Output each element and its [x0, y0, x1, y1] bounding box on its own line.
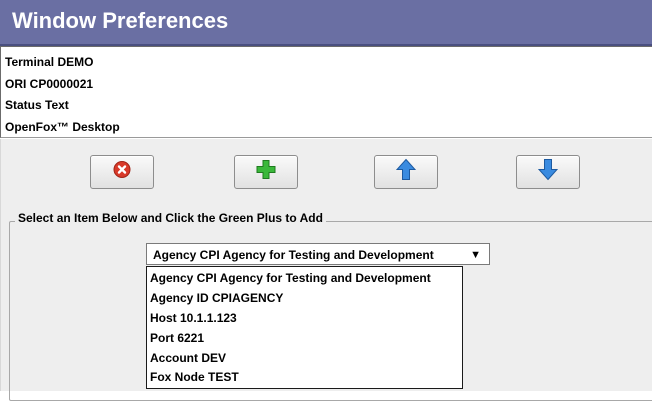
- green-plus-icon: [255, 159, 277, 186]
- list-item[interactable]: Agency ID CPIAGENCY: [149, 288, 460, 308]
- combo-selected-value: Agency CPI Agency for Testing and Develo…: [153, 248, 434, 262]
- window-title: Window Preferences: [12, 8, 229, 33]
- list-item[interactable]: Account DEV: [149, 348, 460, 368]
- group-legend: Select an Item Below and Click the Green…: [15, 211, 326, 225]
- add-button[interactable]: [234, 155, 298, 189]
- blue-up-arrow-icon: [395, 158, 417, 186]
- item-dropdown-list: Agency CPI Agency for Testing and Develo…: [146, 266, 463, 389]
- move-up-button[interactable]: [374, 155, 438, 189]
- list-item[interactable]: Fox Node TEST: [149, 367, 460, 387]
- terminal-label: Terminal DEMO: [5, 55, 94, 69]
- red-x-icon: [113, 161, 131, 184]
- list-item[interactable]: Agency CPI Agency for Testing and Develo…: [149, 268, 460, 288]
- product-label: OpenFox™ Desktop: [5, 120, 120, 134]
- list-item[interactable]: Port 6221: [149, 328, 460, 348]
- remove-button[interactable]: [90, 155, 154, 189]
- status-text: Status Text: [5, 98, 69, 112]
- item-select-combo[interactable]: Agency CPI Agency for Testing and Develo…: [146, 243, 490, 265]
- chevron-down-icon[interactable]: ▼: [470, 249, 481, 261]
- move-down-button[interactable]: [516, 155, 580, 189]
- list-item[interactable]: Host 10.1.1.123: [149, 308, 460, 328]
- ori-label: ORI CP0000021: [5, 77, 94, 91]
- title-bar: Window Preferences: [0, 0, 652, 46]
- blue-down-arrow-icon: [537, 159, 559, 186]
- terminal-info-panel: Terminal DEMO ORI CP0000021 Status Text …: [0, 46, 652, 138]
- preferences-panel: Select an Item Below and Click the Green…: [0, 139, 652, 401]
